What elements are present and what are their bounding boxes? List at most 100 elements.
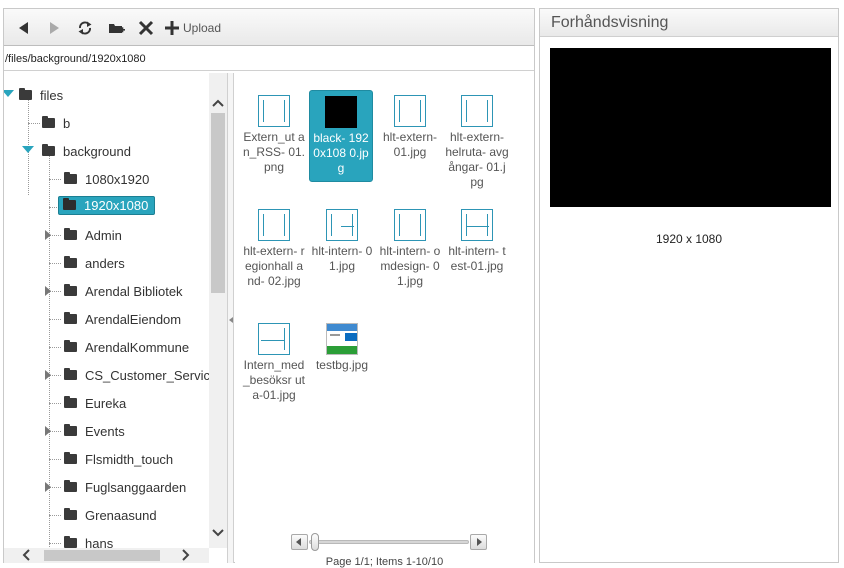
folder-icon	[42, 144, 55, 156]
tree-connector	[49, 319, 61, 320]
tree-item-background[interactable]: background	[42, 141, 131, 161]
path-breadcrumb: /files/background/1920x1080	[4, 49, 534, 71]
pager-next-button[interactable]	[470, 534, 487, 550]
tree-item-admin[interactable]: Admin	[64, 225, 122, 245]
file-item[interactable]: Intern_med _besöksr uta-01.jpg	[242, 318, 306, 403]
folder-icon	[64, 284, 77, 296]
tree-item-anders[interactable]: anders	[64, 253, 125, 273]
tree-item-1080x1920[interactable]: 1080x1920	[64, 169, 149, 189]
file-item[interactable]: hlt-intern- omdesign- 01.jpg	[378, 204, 442, 289]
tree-viewport: files b background 1080x1920 1920x1080 A…	[4, 73, 209, 548]
file-grid: Extern_ut an_RSS- 01.png black- 1920x108…	[235, 73, 534, 568]
tree-item-events[interactable]: Events	[64, 421, 125, 441]
file-item[interactable]: hlt-extern- helruta- avgångar- 01.jpg	[445, 90, 509, 190]
collapse-icon[interactable]	[4, 90, 14, 97]
tree-item-grenaasund[interactable]: Grenaasund	[64, 505, 157, 525]
folder-tree: files b background 1080x1920 1920x1080 A…	[4, 73, 228, 563]
scroll-up-icon[interactable]	[212, 95, 224, 109]
arrow-right-icon	[477, 538, 482, 546]
tree-horizontal-scrollbar[interactable]	[4, 548, 209, 563]
file-item[interactable]: hlt-intern- test-01.jpg	[445, 204, 509, 274]
expand-icon[interactable]	[45, 482, 51, 492]
tree-item-arendal-bibliotek[interactable]: Arendal Bibliotek	[64, 281, 183, 301]
file-item[interactable]: hlt-extern- regionhall and- 02.jpg	[242, 204, 306, 289]
folder-icon	[42, 116, 55, 128]
preview-title: Forhåndsvisning	[540, 9, 838, 37]
preview-image	[550, 48, 831, 207]
tree-connector	[28, 123, 40, 124]
collapse-left-icon[interactable]	[229, 317, 233, 323]
back-button[interactable]	[14, 17, 32, 39]
image-file-icon	[326, 209, 358, 241]
tree-vertical-scrollbar[interactable]	[209, 73, 227, 548]
upload-label: Upload	[183, 21, 222, 35]
tree-item-cs-customer-service[interactable]: CS_Customer_Servic	[64, 365, 209, 385]
pager-status: Page 1/1; Items 1-10/10	[325, 556, 444, 568]
tree-item-flsmidth-touch[interactable]: Flsmidth_touch	[64, 449, 173, 469]
file-item[interactable]: Extern_ut an_RSS- 01.png	[242, 90, 306, 175]
delete-icon	[138, 20, 154, 36]
expand-icon[interactable]	[45, 230, 51, 240]
image-file-icon	[258, 323, 290, 355]
image-file-icon	[258, 95, 290, 127]
delete-button[interactable]	[136, 17, 156, 39]
folder-icon	[64, 228, 77, 240]
forward-button[interactable]	[45, 17, 63, 39]
file-item[interactable]: hlt-intern- 01.jpg	[310, 204, 374, 274]
image-file-icon	[461, 209, 493, 241]
new-folder-button[interactable]	[106, 17, 126, 39]
pager-track[interactable]	[309, 540, 469, 544]
folder-icon	[64, 480, 77, 492]
tree-item-files[interactable]: files	[19, 85, 63, 105]
tree-item-fuglsanggaarden[interactable]: Fuglsanggaarden	[64, 477, 186, 497]
tree-item-arendalkommune[interactable]: ArendalKommune	[64, 337, 189, 357]
expand-icon[interactable]	[45, 426, 51, 436]
file-item[interactable]: hlt-extern- 01.jpg	[378, 90, 442, 160]
folder-icon	[64, 256, 77, 268]
tree-connector	[49, 543, 61, 544]
image-thumbnail	[325, 96, 357, 128]
scroll-right-icon[interactable]	[182, 549, 190, 563]
image-file-icon	[394, 95, 426, 127]
folder-icon	[64, 340, 77, 352]
folder-icon	[64, 312, 77, 324]
folder-icon	[63, 198, 76, 210]
tree-item-1920x1080[interactable]: 1920x1080	[58, 195, 156, 215]
pager-handle[interactable]	[311, 533, 319, 551]
scroll-left-icon[interactable]	[22, 549, 30, 563]
image-file-icon	[461, 95, 493, 127]
plus-icon	[165, 21, 179, 35]
folder-icon	[64, 508, 77, 520]
tree-connector	[49, 515, 61, 516]
tree-item-hans[interactable]: hans	[64, 533, 113, 548]
back-icon	[19, 22, 28, 34]
expand-icon[interactable]	[45, 286, 51, 296]
upload-button[interactable]: Upload	[164, 17, 226, 39]
tree-connector	[49, 347, 61, 348]
tree-item-b[interactable]: b	[42, 113, 70, 133]
file-item[interactable]: testbg.jpg	[310, 318, 374, 373]
pager-slider[interactable]	[291, 533, 487, 551]
tree-item-eureka[interactable]: Eureka	[64, 393, 126, 413]
preview-dimensions: 1920 x 1080	[655, 232, 723, 246]
tree-item-arendaleiendom[interactable]: ArendalEiendom	[64, 309, 181, 329]
folder-icon	[64, 368, 77, 380]
scroll-down-icon[interactable]	[212, 525, 224, 539]
expand-icon[interactable]	[45, 370, 51, 380]
preview-panel: Forhåndsvisning 1920 x 1080	[539, 8, 839, 563]
file-item-selected[interactable]: black- 1920x108 0.jpg	[309, 90, 373, 182]
collapse-icon[interactable]	[22, 146, 34, 153]
tree-horizontal-scroll-thumb[interactable]	[44, 550, 160, 561]
folder-icon	[64, 536, 77, 548]
image-thumbnail	[326, 323, 358, 355]
tree-connector	[28, 95, 29, 195]
pager-prev-button[interactable]	[291, 534, 308, 550]
panel-splitter[interactable]	[228, 73, 234, 563]
refresh-button[interactable]	[75, 17, 95, 39]
tree-connector	[49, 179, 61, 180]
image-file-icon	[394, 209, 426, 241]
folder-icon	[64, 396, 77, 408]
forward-icon	[50, 22, 59, 34]
tree-vertical-scroll-thumb[interactable]	[211, 113, 225, 293]
new-folder-icon	[108, 24, 125, 33]
